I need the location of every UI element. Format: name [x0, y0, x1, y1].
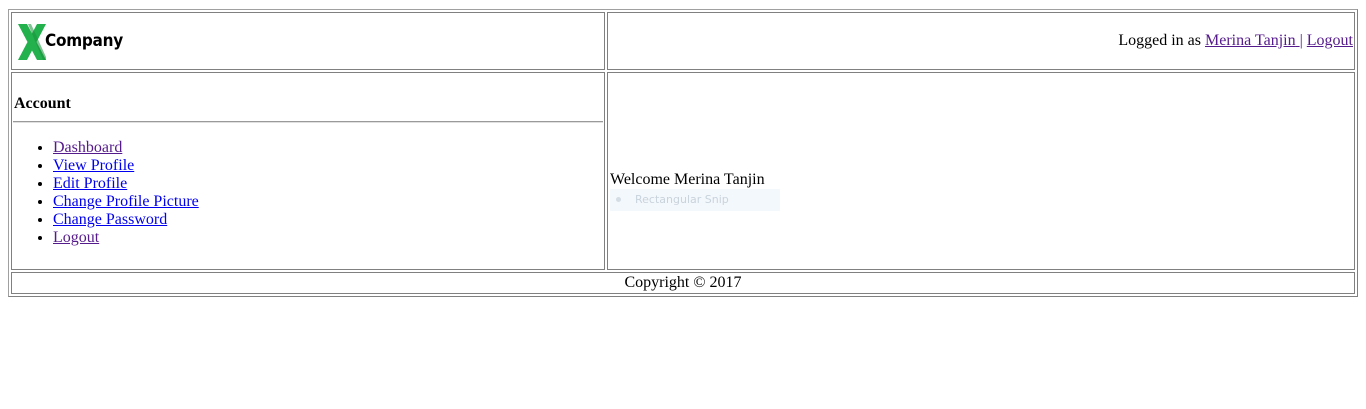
link-separator: |	[1299, 32, 1303, 49]
footer-row: Copyright © 2017	[11, 272, 1355, 294]
user-cell: Logged in as Merina Tanjin | Logout	[607, 12, 1355, 70]
sidebar-divider	[13, 121, 603, 123]
nav-item-change-picture: Change Profile Picture	[53, 193, 603, 211]
view-profile-link[interactable]: View Profile	[53, 157, 134, 174]
sidebar-logout-link[interactable]: Logout	[53, 229, 99, 246]
logged-in-prefix: Logged in as	[1118, 32, 1202, 49]
edit-profile-link[interactable]: Edit Profile	[53, 175, 127, 192]
layout-table: Company Logged in as Merina Tanjin | Log…	[8, 9, 1358, 297]
footer: Copyright © 2017	[11, 272, 1355, 294]
user-profile-link[interactable]: Merina Tanjin |	[1205, 32, 1303, 49]
user-info: Logged in as Merina Tanjin | Logout	[1118, 32, 1353, 49]
user-name: Merina Tanjin	[1205, 32, 1296, 49]
change-profile-picture-link[interactable]: Change Profile Picture	[53, 193, 199, 210]
nav-item-change-password: Change Password	[53, 211, 603, 229]
copyright-text: Copyright © 2017	[624, 274, 742, 291]
page: Company Logged in as Merina Tanjin | Log…	[0, 0, 1366, 409]
main-content: Welcome Merina Tanjin Rectangular Snip	[607, 72, 1355, 270]
nav-item-logout: Logout	[53, 229, 603, 247]
sidebar: Account Dashboard View Profile Edit Prof…	[11, 72, 605, 270]
header-row: Company Logged in as Merina Tanjin | Log…	[11, 12, 1355, 70]
company-logo: Company	[17, 21, 132, 61]
header-logout-link[interactable]: Logout	[1307, 32, 1353, 49]
snip-mode-icon	[616, 197, 621, 202]
main-inner: Welcome Merina Tanjin Rectangular Snip	[609, 171, 1353, 211]
nav-item-dashboard: Dashboard	[53, 139, 603, 157]
change-password-link[interactable]: Change Password	[53, 211, 167, 228]
x-logo-icon	[18, 23, 46, 60]
nav-item-edit-profile: Edit Profile	[53, 175, 603, 193]
dashboard-link[interactable]: Dashboard	[53, 139, 122, 156]
welcome-message: Welcome Merina Tanjin	[610, 171, 765, 188]
account-nav: Dashboard View Profile Edit Profile Chan…	[13, 139, 603, 247]
sidebar-title: Account	[14, 95, 71, 112]
content-row: Account Dashboard View Profile Edit Prof…	[11, 72, 1355, 270]
logo-cell: Company	[11, 12, 605, 70]
snip-label: Rectangular Snip	[635, 193, 729, 206]
nav-item-view-profile: View Profile	[53, 157, 603, 175]
logo-text: Company	[45, 30, 123, 51]
rectangular-snip-overlay: Rectangular Snip	[610, 189, 780, 211]
